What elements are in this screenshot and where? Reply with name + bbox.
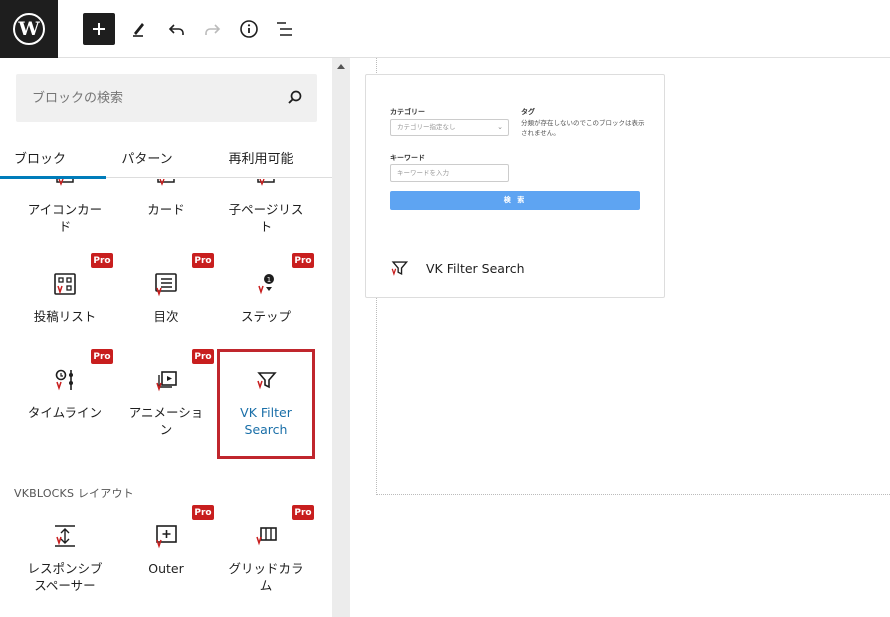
spacer-icon — [51, 522, 79, 550]
search-icon[interactable] — [287, 89, 303, 109]
grid-column-icon — [252, 522, 280, 550]
list-view-icon — [277, 22, 292, 36]
preview-keyword-label: キーワード — [390, 154, 425, 162]
preview-search-button: 検 索 — [390, 191, 640, 210]
details-button[interactable] — [233, 13, 265, 45]
block-preview-card: カテゴリー カテゴリー指定なし ⌄ タグ 分類が存在しないのでこのブロックは表示… — [365, 74, 665, 298]
block-icon-card[interactable]: アイコンカード — [17, 179, 113, 235]
section-title: VKBLOCKS レイアウト — [14, 487, 134, 500]
editor-toolbar: W — [0, 0, 890, 58]
block-label: 投稿リスト — [33, 309, 97, 324]
preview-category-value: カテゴリー指定なし — [397, 123, 456, 131]
block-label: アイコンカード — [27, 202, 103, 234]
scroll-up-arrow-icon[interactable] — [337, 64, 345, 69]
block-outer[interactable]: Outer — [118, 522, 214, 577]
preview-category-label: カテゴリー — [390, 108, 425, 116]
list-view-button[interactable] — [269, 13, 301, 45]
panel-scrollbar[interactable] — [332, 58, 350, 617]
block-search — [16, 74, 317, 122]
block-inserter-panel: ブロック パターン 再利用可能 アイコンカード カード 子ページリスト Pro … — [0, 58, 332, 617]
block-label: 目次 — [153, 309, 179, 324]
redo-icon — [205, 24, 221, 35]
block-label: 子ページリスト — [228, 202, 304, 234]
pro-badge: Pro — [192, 253, 214, 268]
block-table-of-contents[interactable]: 目次 — [118, 270, 214, 325]
info-icon — [240, 20, 258, 38]
svg-text:1: 1 — [267, 276, 271, 284]
block-label: タイムライン — [27, 405, 103, 420]
block-card[interactable]: カード — [118, 179, 214, 218]
preview-tag-note: 分類が存在しないのでこのブロックは表示されません。 — [521, 119, 645, 137]
icon-card-icon — [51, 179, 79, 197]
pro-badge: Pro — [292, 253, 314, 268]
post-list-icon — [51, 270, 79, 298]
block-label: Outer — [148, 561, 184, 576]
block-label: グリッドカラム — [228, 561, 304, 593]
plus-icon — [93, 23, 105, 35]
block-timeline[interactable]: タイムライン — [17, 366, 113, 421]
preview-title-text: VK Filter Search — [426, 260, 525, 276]
chevron-down-icon: ⌄ — [497, 123, 503, 131]
block-label: アニメーション — [128, 405, 204, 437]
pro-badge: Pro — [192, 349, 214, 364]
editor-canvas: カテゴリー カテゴリー指定なし ⌄ タグ 分類が存在しないのでこのブロックは表示… — [350, 58, 890, 617]
preview-category-select: カテゴリー指定なし ⌄ — [390, 119, 509, 136]
child-page-list-icon — [252, 179, 280, 197]
wordpress-w-icon: W — [13, 13, 45, 45]
block-label: ステップ — [240, 309, 291, 324]
tools-button[interactable] — [123, 13, 155, 45]
block-label: カード — [147, 202, 185, 217]
preview-keyword-input: キーワードを入力 — [390, 164, 509, 182]
inserter-tabs: ブロック パターン 再利用可能 — [0, 136, 332, 179]
selection-highlight — [217, 349, 315, 459]
block-step[interactable]: 1 ステップ — [218, 270, 314, 325]
block-label: レスポンシブスペーサー — [27, 561, 103, 593]
undo-icon — [168, 24, 184, 35]
redo-button[interactable] — [196, 13, 228, 45]
wordpress-logo[interactable]: W — [0, 0, 58, 58]
block-post-list[interactable]: 投稿リスト — [17, 270, 113, 325]
pro-badge: Pro — [91, 349, 113, 364]
pro-badge: Pro — [91, 253, 113, 268]
step-icon: 1 — [252, 270, 280, 298]
pro-badge: Pro — [292, 505, 314, 520]
card-icon — [152, 179, 180, 197]
undo-button[interactable] — [161, 13, 193, 45]
timeline-icon — [51, 366, 79, 394]
block-inserter-toggle[interactable] — [83, 13, 115, 45]
block-grid-column[interactable]: グリッドカラム — [218, 522, 314, 594]
block-responsive-spacer[interactable]: レスポンシブスペーサー — [17, 522, 113, 594]
pro-badge: Pro — [192, 505, 214, 520]
table-of-contents-icon — [152, 270, 180, 298]
outer-icon — [152, 522, 180, 550]
block-list: アイコンカード カード 子ページリスト Pro Pro Pro 投稿リスト 目次… — [0, 179, 332, 617]
tab-patterns[interactable]: パターン — [106, 136, 188, 178]
tab-reusable[interactable]: 再利用可能 — [218, 136, 304, 178]
block-animation[interactable]: アニメーション — [118, 366, 214, 438]
pencil-icon — [133, 23, 144, 37]
tab-blocks[interactable]: ブロック — [0, 136, 106, 179]
animation-icon — [152, 366, 180, 394]
filter-icon — [391, 261, 409, 276]
preview-tag-label: タグ — [521, 108, 535, 116]
preview-block-title: VK Filter Search — [388, 257, 525, 279]
block-search-input[interactable] — [16, 74, 266, 122]
block-child-page-list[interactable]: 子ページリスト — [218, 179, 314, 235]
